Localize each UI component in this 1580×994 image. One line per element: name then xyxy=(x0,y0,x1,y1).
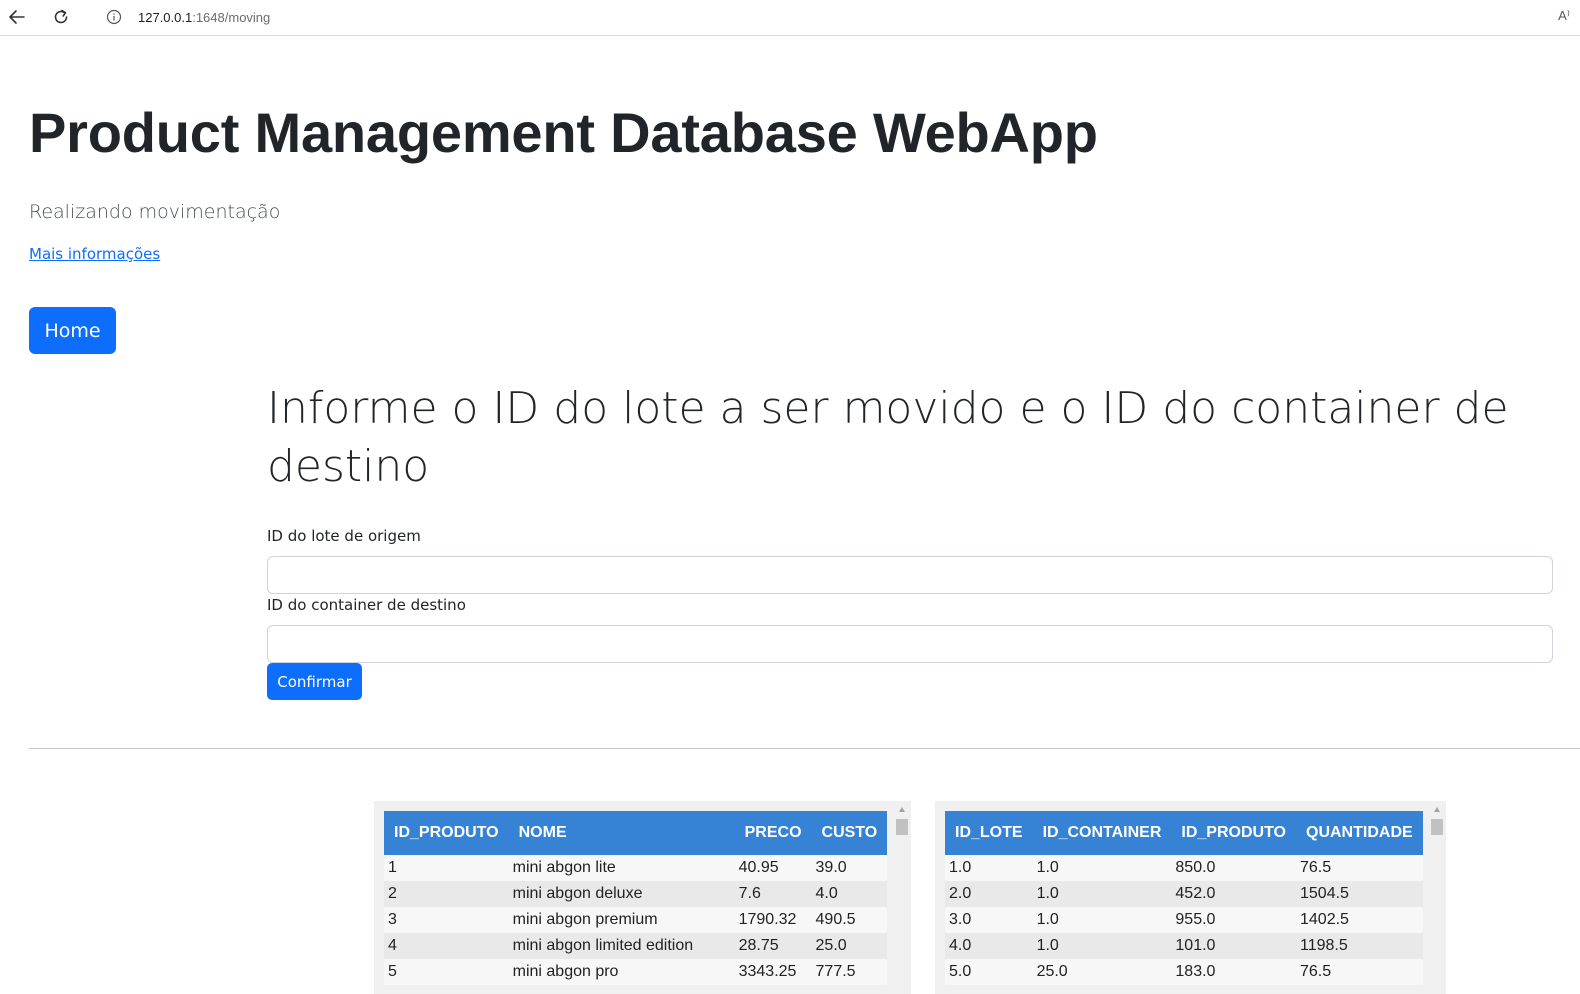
table-cell: mini abgon limited edition xyxy=(508,933,735,959)
table-cell: 3 xyxy=(384,907,509,933)
table-cell: 1.0 xyxy=(1032,907,1172,933)
info-icon[interactable] xyxy=(106,9,122,25)
table-cell: 955.0 xyxy=(1171,907,1296,933)
table-cell: 5 xyxy=(384,959,509,985)
table-row: 4.0 1.0 101.0 1198.5 xyxy=(945,933,1423,959)
form-heading: Informe o ID do lote a ser movido e o ID… xyxy=(267,383,1509,492)
table-cell: 28.75 xyxy=(734,933,812,959)
table-row: 1.0 1.0 850.0 76.5 xyxy=(945,855,1423,881)
table-row: 5.0 25.0 183.0 76.5 xyxy=(945,959,1423,985)
more-info-link[interactable]: Mais informações xyxy=(29,245,160,263)
table-cell: 76.5 xyxy=(1296,855,1423,881)
table-header-row: ID_LOTE ID_CONTAINER ID_PRODUTO QUANTIDA… xyxy=(945,811,1423,855)
products-scrollbar[interactable] xyxy=(894,801,911,994)
table-cell: 4.0 xyxy=(811,881,888,907)
table-cell: 490.5 xyxy=(811,907,888,933)
lots-table-panel[interactable]: ID_LOTE ID_CONTAINER ID_PRODUTO QUANTIDA… xyxy=(935,801,1446,994)
table-cell: 452.0 xyxy=(1171,881,1296,907)
column-header: NOME xyxy=(508,811,735,855)
back-arrow-icon[interactable] xyxy=(4,5,30,29)
table-cell: 183.0 xyxy=(1171,959,1296,985)
table-cell: 2 xyxy=(384,881,509,907)
products-table: ID_PRODUTO NOME PRECO CUSTO 1 mini abgon… xyxy=(384,811,888,985)
table-cell: 25.0 xyxy=(1032,959,1172,985)
destination-container-input[interactable] xyxy=(267,625,1553,663)
table-cell: 7.6 xyxy=(734,881,812,907)
table-cell: 101.0 xyxy=(1171,933,1296,959)
scrollbar-thumb[interactable] xyxy=(896,819,908,835)
table-cell: 5.0 xyxy=(945,959,1033,985)
table-cell: 1790.32 xyxy=(734,907,812,933)
browser-toolbar: 127.0.0.1:1648/moving A⁾ xyxy=(0,0,1580,36)
column-header: ID_LOTE xyxy=(945,811,1033,855)
table-cell: 1.0 xyxy=(1032,881,1172,907)
column-header: ID_PRODUTO xyxy=(1171,811,1296,855)
url-path: :1648/moving xyxy=(192,9,271,25)
table-row: 3 mini abgon premium 1790.32 490.5 xyxy=(384,907,888,933)
column-header: QUANTIDADE xyxy=(1296,811,1423,855)
table-cell: 1402.5 xyxy=(1296,907,1423,933)
table-cell: 1.0 xyxy=(945,855,1033,881)
column-header: PRECO xyxy=(734,811,812,855)
page-subtitle: Realizando movimentação xyxy=(29,201,281,223)
table-cell: 40.95 xyxy=(734,855,812,881)
table-cell: 76.5 xyxy=(1296,959,1423,985)
table-cell: mini abgon pro xyxy=(508,959,735,985)
column-header: CUSTO xyxy=(811,811,888,855)
products-table-panel[interactable]: ID_PRODUTO NOME PRECO CUSTO 1 mini abgon… xyxy=(374,801,911,994)
table-header-row: ID_PRODUTO NOME PRECO CUSTO xyxy=(384,811,888,855)
table-cell: 777.5 xyxy=(811,959,888,985)
scrollbar-thumb[interactable] xyxy=(1431,819,1443,835)
table-cell: 39.0 xyxy=(811,855,888,881)
table-cell: 1198.5 xyxy=(1296,933,1423,959)
home-button[interactable]: Home xyxy=(29,307,116,354)
destination-container-label: ID do container de destino xyxy=(267,596,466,614)
url-text[interactable]: 127.0.0.1:1648/moving xyxy=(138,10,270,25)
table-cell: 4 xyxy=(384,933,509,959)
table-cell: 25.0 xyxy=(811,933,888,959)
table-cell: mini abgon lite xyxy=(508,855,735,881)
table-cell: 4.0 xyxy=(945,933,1033,959)
divider xyxy=(29,748,1580,749)
confirm-button[interactable]: Confirmar xyxy=(267,663,362,700)
column-header: ID_PRODUTO xyxy=(384,811,509,855)
table-cell: 1504.5 xyxy=(1296,881,1423,907)
table-cell: 850.0 xyxy=(1171,855,1296,881)
table-cell: 2.0 xyxy=(945,881,1033,907)
url-host: 127.0.0.1 xyxy=(138,9,193,25)
origin-lot-input[interactable] xyxy=(267,556,1553,594)
table-row: 2.0 1.0 452.0 1504.5 xyxy=(945,881,1423,907)
read-aloud-icon[interactable]: A⁾ xyxy=(1558,8,1570,24)
table-row: 3.0 1.0 955.0 1402.5 xyxy=(945,907,1423,933)
table-cell: 1 xyxy=(384,855,509,881)
table-cell: 1.0 xyxy=(1032,855,1172,881)
reload-icon[interactable] xyxy=(48,5,74,29)
origin-lot-label: ID do lote de origem xyxy=(267,527,421,545)
table-row: 5 mini abgon pro 3343.25 777.5 xyxy=(384,959,888,985)
table-cell: 3.0 xyxy=(945,907,1033,933)
lots-scrollbar[interactable] xyxy=(1429,801,1446,994)
page-title: Product Management Database WebApp xyxy=(29,101,1098,164)
table-cell: mini abgon deluxe xyxy=(508,881,735,907)
table-cell: 3343.25 xyxy=(734,959,812,985)
table-cell: mini abgon premium xyxy=(508,907,735,933)
address-bar[interactable]: 127.0.0.1:1648/moving A⁾ xyxy=(90,2,1580,32)
table-cell: 1.0 xyxy=(1032,933,1172,959)
lots-table: ID_LOTE ID_CONTAINER ID_PRODUTO QUANTIDA… xyxy=(945,811,1423,985)
scroll-up-arrow-icon[interactable] xyxy=(1434,807,1440,812)
scroll-up-arrow-icon[interactable] xyxy=(899,807,905,812)
table-row: 2 mini abgon deluxe 7.6 4.0 xyxy=(384,881,888,907)
column-header: ID_CONTAINER xyxy=(1032,811,1172,855)
table-row: 4 mini abgon limited edition 28.75 25.0 xyxy=(384,933,888,959)
table-row: 1 mini abgon lite 40.95 39.0 xyxy=(384,855,888,881)
